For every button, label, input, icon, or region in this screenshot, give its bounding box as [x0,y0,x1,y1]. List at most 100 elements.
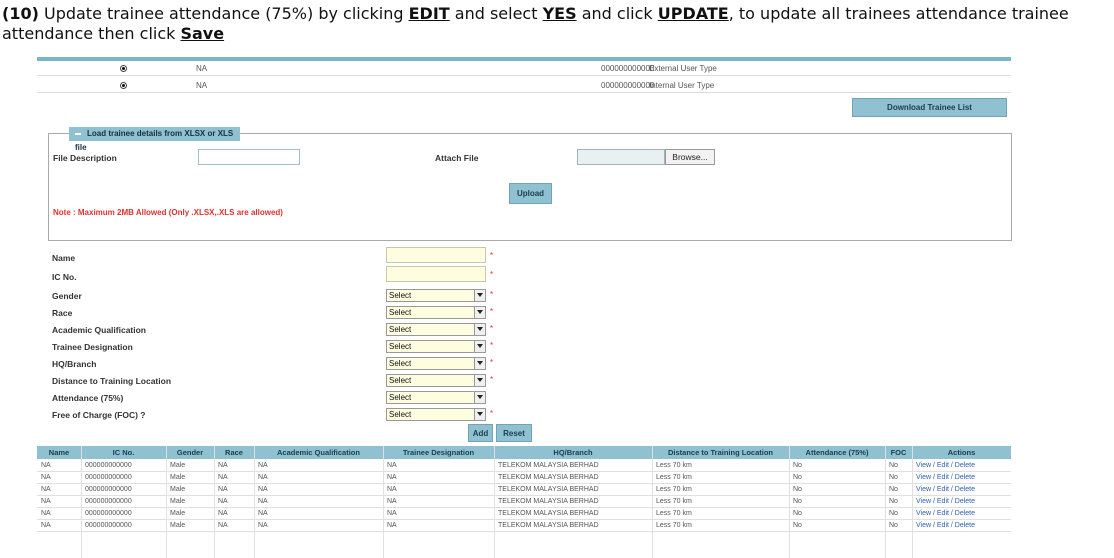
foc-label: Free of Charge (FOC) ? [52,410,146,420]
table-cell: No [889,474,898,481]
table-cell: TELEKOM MALAYSIA BERHAD [498,474,599,481]
table-cell: NA [258,498,268,505]
chevron-down-icon[interactable] [474,375,485,386]
column-divider [652,446,653,558]
table-cell: 000000000000 [85,510,132,517]
chevron-down-icon[interactable] [474,290,485,301]
chevron-down-icon[interactable] [474,392,485,403]
table-row: NA 000000000000 Male NA NA NA TELEKOM MALAYSIA… [37,508,1011,520]
reset-button[interactable]: Reset [496,424,532,442]
gender-select-value: Select [389,291,412,300]
update-keyword: UPDATE [657,4,729,23]
column-divider [254,446,255,558]
chevron-down-icon[interactable] [474,341,485,352]
row-actions-links[interactable]: View / Edit / Delete [916,484,975,496]
required-marker: * [490,409,494,418]
academic-label: Academic Qualification [52,325,146,335]
row-actions-links[interactable]: View / Edit / Delete [916,460,975,472]
required-marker: * [490,341,494,350]
distance-label: Distance to Training Location [52,376,172,386]
column-header: Attendance (75%) [805,448,869,457]
foc-select[interactable]: Select [386,408,486,421]
column-divider [912,446,913,558]
table-cell: No [793,522,802,529]
foc-select-value: Select [389,410,412,419]
edit-keyword: EDIT [408,4,450,23]
gender-label: Gender [52,291,82,301]
column-divider [81,446,82,558]
distance-select[interactable]: Select [386,374,486,387]
table-row: NA 000000000000 Male NA NA NA TELEKOM MALAYSIA… [37,484,1011,496]
table-cell: Male [170,462,186,469]
table-cell: NA [387,498,397,505]
required-marker: * [490,375,494,384]
table-cell: NA [41,498,51,505]
table-cell: TELEKOM MALAYSIA BERHAD [498,510,599,517]
user-type-row[interactable]: NA 000000000000 Internal User Type [37,79,1011,93]
ic-input[interactable] [386,266,486,282]
download-trainee-list-button[interactable]: Download Trainee List [852,98,1007,117]
column-divider [214,446,215,558]
attendance-select[interactable]: Select [386,391,486,404]
table-cell: NA [218,462,228,469]
row-actions-links[interactable]: View / Edit / Delete [916,520,975,532]
attach-file-input[interactable] [577,149,665,165]
table-cell: Male [170,498,186,505]
column-header: Trainee Designation [402,448,475,457]
collapse-icon[interactable] [75,132,81,135]
table-cell: 000000000000 [85,486,132,493]
table-cell: No [889,522,898,529]
table-cell: NA [41,522,51,529]
row-actions-links[interactable]: View / Edit / Delete [916,508,975,520]
required-marker: * [490,307,494,316]
hq-select[interactable]: Select [386,357,486,370]
radio-selected-icon[interactable] [120,82,127,89]
attach-file-label: Attach File [435,153,479,163]
browse-button[interactable]: Browse... [665,149,715,165]
table-cell: NA [218,522,228,529]
table-row: NA 000000000000 Male NA NA NA TELEKOM MALAYSIA… [37,520,1011,532]
table-cell: Less 70 km [656,498,692,505]
designation-select[interactable]: Select [386,340,486,353]
step-number: (10) [2,4,39,23]
upload-legend[interactable]: Load trainee details from XLSX or XLS fi… [69,127,240,152]
table-cell: NA [41,474,51,481]
name-input[interactable] [386,247,486,263]
table-cell: NA [387,474,397,481]
table-cell: TELEKOM MALAYSIA BERHAD [498,498,599,505]
table-cell: TELEKOM MALAYSIA BERHAD [498,486,599,493]
gender-select[interactable]: Select [386,289,486,302]
user-type-ic: 000000000000 [601,81,655,90]
add-button[interactable]: Add [468,424,493,442]
chevron-down-icon[interactable] [474,409,485,420]
user-type-row[interactable]: NA 000000000000 External User Type [37,62,1011,76]
column-header: Distance to Training Location [667,448,773,457]
table-cell: No [793,474,802,481]
table-cell: NA [41,462,51,469]
save-keyword: Save [180,24,225,43]
chevron-down-icon[interactable] [474,324,485,335]
column-header: Academic Qualification [277,448,360,457]
table-cell: NA [41,510,51,517]
table-cell: 000000000000 [85,474,132,481]
academic-select[interactable]: Select [386,323,486,336]
row-actions-links[interactable]: View / Edit / Delete [916,472,975,484]
table-cell: NA [218,486,228,493]
table-cell: No [793,498,802,505]
file-description-input[interactable] [198,149,300,165]
table-cell: NA [218,474,228,481]
chevron-down-icon[interactable] [474,307,485,318]
upload-button[interactable]: Upload [509,183,552,204]
table-row: NA 000000000000 Male NA NA NA TELEKOM MALAYSIA… [37,496,1011,508]
column-divider [166,446,167,558]
table-cell: 000000000000 [85,522,132,529]
race-label: Race [52,308,73,318]
table-cell: No [793,486,802,493]
table-cell: Male [170,522,186,529]
hq-label: HQ/Branch [52,359,97,369]
race-select[interactable]: Select [386,306,486,319]
row-actions-links[interactable]: View / Edit / Delete [916,496,975,508]
radio-selected-icon[interactable] [120,65,127,72]
chevron-down-icon[interactable] [474,358,485,369]
trainee-table-header: Name IC No. Gender Race Academic Qualifi… [37,446,1011,459]
